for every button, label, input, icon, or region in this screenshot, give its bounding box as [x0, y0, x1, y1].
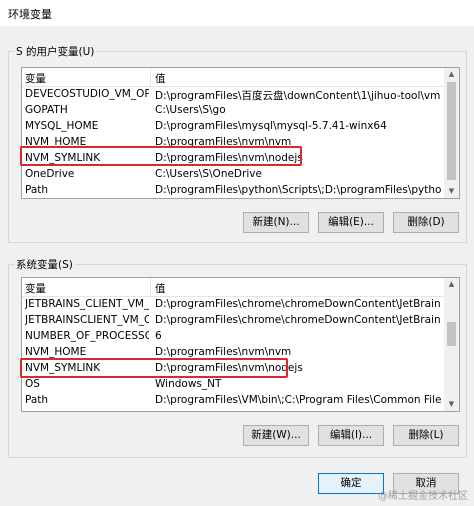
var-name-cell: OneDrive — [25, 168, 75, 180]
table-row[interactable]: NUMBER_OF_PROCESSORS 6 — [22, 329, 459, 346]
var-value-cell: C:\Users\S\OneDrive — [155, 168, 262, 180]
var-name-cell: Path — [25, 394, 49, 406]
user-edit-button[interactable]: 编辑(E)... — [318, 212, 384, 233]
sys-vars-scrollbar[interactable]: ▲ ▼ — [444, 278, 459, 411]
table-row[interactable]: Path D:\programFiles\python\Scripts\;D:\p… — [22, 183, 459, 198]
var-name-cell: NVM_HOME — [25, 346, 87, 358]
var-value-cell: D:\programFiles\mysql\mysql-5.7.41-winx6… — [155, 120, 387, 132]
var-value-cell: D:\programFiles\百度云盘\downContent\1\jihuo… — [155, 90, 441, 102]
var-value-cell: D:\programFiles\VM\bin\;C:\Program Files… — [155, 394, 441, 406]
var-name-cell: DEVECOSTUDIO_VM_OPT... — [25, 88, 149, 100]
var-value-cell: C:\Users\S\go — [155, 104, 226, 116]
var-value-cell: D:\programFiles\chrome\chromeDownContent… — [155, 298, 441, 310]
table-row[interactable]: OneDrive C:\Users\S\OneDrive — [22, 167, 459, 184]
scroll-down-icon[interactable]: ▼ — [447, 400, 456, 409]
table-row[interactable]: MYSQL_HOME D:\programFiles\mysql\mysql-5.… — [22, 119, 459, 136]
sys-delete-button[interactable]: 删除(L) — [393, 425, 459, 446]
var-name-cell: MYSQL_HOME — [25, 120, 99, 132]
var-name-cell: JETBRAINS_CLIENT_VM_O... — [25, 298, 149, 310]
sys-new-button[interactable]: 新建(W)... — [243, 425, 309, 446]
col-header-value[interactable]: 值 — [155, 71, 166, 86]
var-name-cell: OS — [25, 378, 40, 390]
scroll-up-icon[interactable]: ▲ — [447, 280, 456, 289]
window-title: 环境变量 — [8, 8, 52, 21]
var-value-cell: Windows_NT — [155, 378, 222, 390]
var-value-cell: 6 — [155, 330, 162, 342]
col-header-value[interactable]: 值 — [155, 281, 166, 296]
var-name-cell: JETBRAINSCLIENT_VM_O... — [25, 314, 149, 326]
table-row[interactable]: JETBRAINSCLIENT_VM_O... D:\programFiles\c… — [22, 313, 459, 330]
user-delete-button[interactable]: 删除(D) — [393, 212, 459, 233]
scroll-down-icon[interactable]: ▼ — [447, 187, 456, 196]
title-bar — [0, 0, 474, 26]
table-row[interactable]: DEVECOSTUDIO_VM_OPT... D:\programFiles\百度… — [22, 87, 459, 104]
sys-nvm-symlink-highlight — [20, 358, 288, 378]
scroll-thumb[interactable] — [447, 322, 456, 346]
table-row[interactable]: OS Windows_NT — [22, 377, 459, 394]
col-header-variable[interactable]: 变量 — [25, 71, 46, 86]
scroll-thumb[interactable] — [447, 82, 456, 180]
user-vars-label: S 的用户变量(U) — [14, 44, 97, 59]
user-vars-list[interactable]: 变量 值 DEVECOSTUDIO_VM_OPT... D:\programFil… — [21, 67, 460, 199]
sys-vars-list-header: 变量 值 — [22, 278, 459, 297]
table-row[interactable]: Path D:\programFiles\VM\bin\;C:\Program F… — [22, 393, 459, 410]
user-new-button[interactable]: 新建(N)... — [243, 212, 309, 233]
scroll-up-icon[interactable]: ▲ — [447, 70, 456, 79]
sys-vars-label: 系统变量(S) — [14, 257, 75, 272]
user-vars-scrollbar[interactable]: ▲ ▼ — [444, 68, 459, 198]
var-value-cell: D:\programFiles\python\Scripts\;D:\progr… — [155, 184, 441, 196]
var-name-cell: NUMBER_OF_PROCESSORS — [25, 330, 149, 342]
var-value-cell: D:\programFiles\chrome\chromeDownContent… — [155, 314, 441, 326]
watermark-text: @稀土掘金技术社区 — [378, 491, 468, 502]
col-header-variable[interactable]: 变量 — [25, 281, 46, 296]
var-value-cell: D:\programFiles\nvm\nvm — [155, 346, 292, 358]
var-name-cell: GOPATH — [25, 104, 68, 116]
var-name-cell: Path — [25, 184, 49, 196]
ok-button[interactable]: 确定 — [318, 473, 384, 494]
sys-edit-button[interactable]: 编辑(I)... — [318, 425, 384, 446]
user-nvm-symlink-highlight — [20, 146, 302, 166]
sys-vars-list[interactable]: 变量 值 JETBRAINS_CLIENT_VM_O... D:\programF… — [21, 277, 460, 412]
user-vars-list-header: 变量 值 — [22, 68, 459, 87]
table-row[interactable]: JETBRAINS_CLIENT_VM_O... D:\programFiles\… — [22, 297, 459, 314]
table-row[interactable]: GOPATH C:\Users\S\go — [22, 103, 459, 120]
